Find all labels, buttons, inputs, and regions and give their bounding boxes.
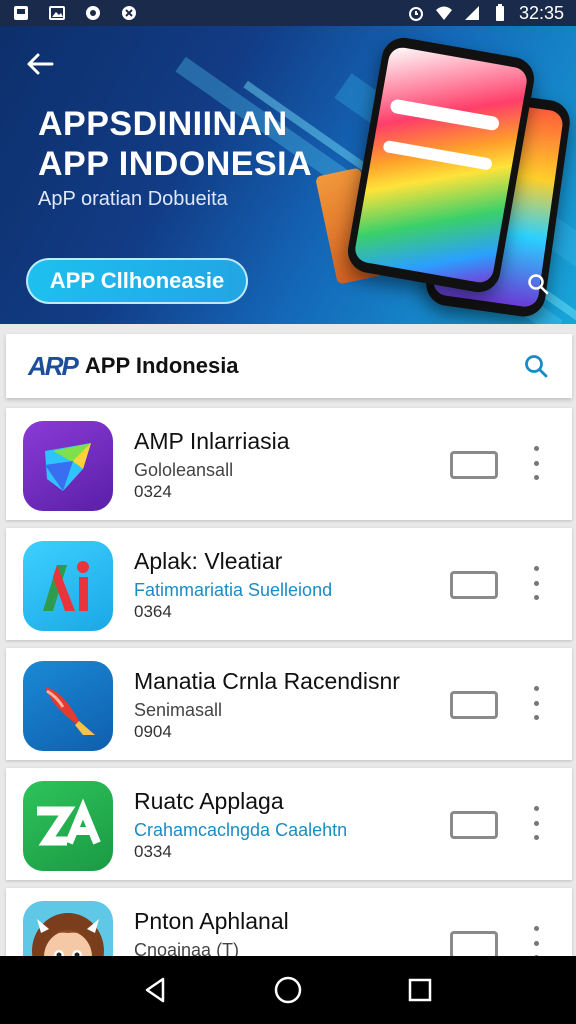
brand-header: ARP APP Indonesia <box>6 334 572 398</box>
hero-banner: APPSDINIINAN APP INDONESIA ApP oratian D… <box>0 26 576 324</box>
app-number: 0364 <box>134 602 172 621</box>
app-subtitle-link[interactable]: Fatimmariatia Suelleiond <box>134 580 332 601</box>
list-item[interactable]: Manatia Crnla Racendisnr Senimasall 0904 <box>6 648 572 760</box>
status-time: 32:35 <box>518 2 564 23</box>
ai-logo-icon <box>23 541 113 631</box>
app-number: 0904 <box>134 722 172 741</box>
brand-logo: ARP <box>28 350 79 382</box>
za-logo-icon <box>23 781 113 871</box>
navigation-bar <box>0 956 576 1024</box>
app-subtitle-link[interactable]: Crahamcaclngda Caalehtn <box>134 820 347 841</box>
image-icon <box>49 6 65 20</box>
brand-name: APP Indonesia <box>84 353 239 378</box>
install-button[interactable] <box>450 571 498 599</box>
app-list: AMP Inlarriasia Gololeansall 0324 Aplak:… <box>6 408 572 1008</box>
install-button[interactable] <box>450 691 498 719</box>
install-button[interactable] <box>450 811 498 839</box>
list-item[interactable]: Ruatc Applaga Crahamcaclngda Caalehtn 03… <box>6 768 572 880</box>
more-vert-icon[interactable] <box>528 806 544 840</box>
search-icon[interactable] <box>522 352 550 380</box>
brush-icon <box>23 661 113 751</box>
hero-search-icon[interactable] <box>526 272 550 296</box>
install-button[interactable] <box>450 451 498 479</box>
back-arrow-icon[interactable] <box>22 46 58 82</box>
app-title: AMP Inlarriasia <box>134 428 290 454</box>
back-triangle-icon[interactable] <box>139 973 173 1007</box>
app-subtitle: Gololeansall <box>134 460 234 480</box>
hero-title-line1: APPSDINIINAN <box>38 105 288 143</box>
install-button[interactable] <box>450 931 498 959</box>
alarm-icon <box>408 7 423 21</box>
app-title: Pnton Aphlanal <box>134 908 289 934</box>
photo-icon <box>14 6 28 20</box>
hero-subtitle: ApP oratian Dobueita <box>38 188 228 210</box>
hero-cta-button[interactable]: APP Cllhoneasie <box>26 258 248 304</box>
battery-icon <box>495 4 504 21</box>
recents-square-icon[interactable] <box>403 973 437 1007</box>
app-subtitle: Senimasall <box>134 700 223 720</box>
app-number: 0324 <box>134 482 172 501</box>
wifi-icon <box>435 6 452 20</box>
more-vert-icon[interactable] <box>528 566 544 600</box>
hero-title-line2: APP INDONESIA <box>38 145 313 183</box>
more-vert-icon[interactable] <box>528 686 544 720</box>
circle-icon <box>86 6 100 20</box>
shield-icon <box>122 6 136 20</box>
app-title: Manatia Crnla Racendisnr <box>134 668 400 694</box>
more-vert-icon[interactable] <box>528 926 544 960</box>
colorful-shape-icon <box>23 421 113 511</box>
app-number: 0334 <box>134 842 172 861</box>
home-circle-icon[interactable] <box>271 973 305 1007</box>
status-bar: 32:35 <box>0 0 576 26</box>
signal-icon <box>464 6 479 20</box>
more-vert-icon[interactable] <box>528 446 544 480</box>
app-title: Ruatc Applaga <box>134 788 284 814</box>
list-item[interactable]: Aplak: Vleatiar Fatimmariatia Suelleiond… <box>6 528 572 640</box>
app-title: Aplak: Vleatiar <box>134 548 283 574</box>
list-item[interactable]: AMP Inlarriasia Gololeansall 0324 <box>6 408 572 520</box>
hero-title: APPSDINIINAN APP INDONESIA <box>38 104 312 184</box>
brand-logo-text: ARP <box>28 350 79 381</box>
